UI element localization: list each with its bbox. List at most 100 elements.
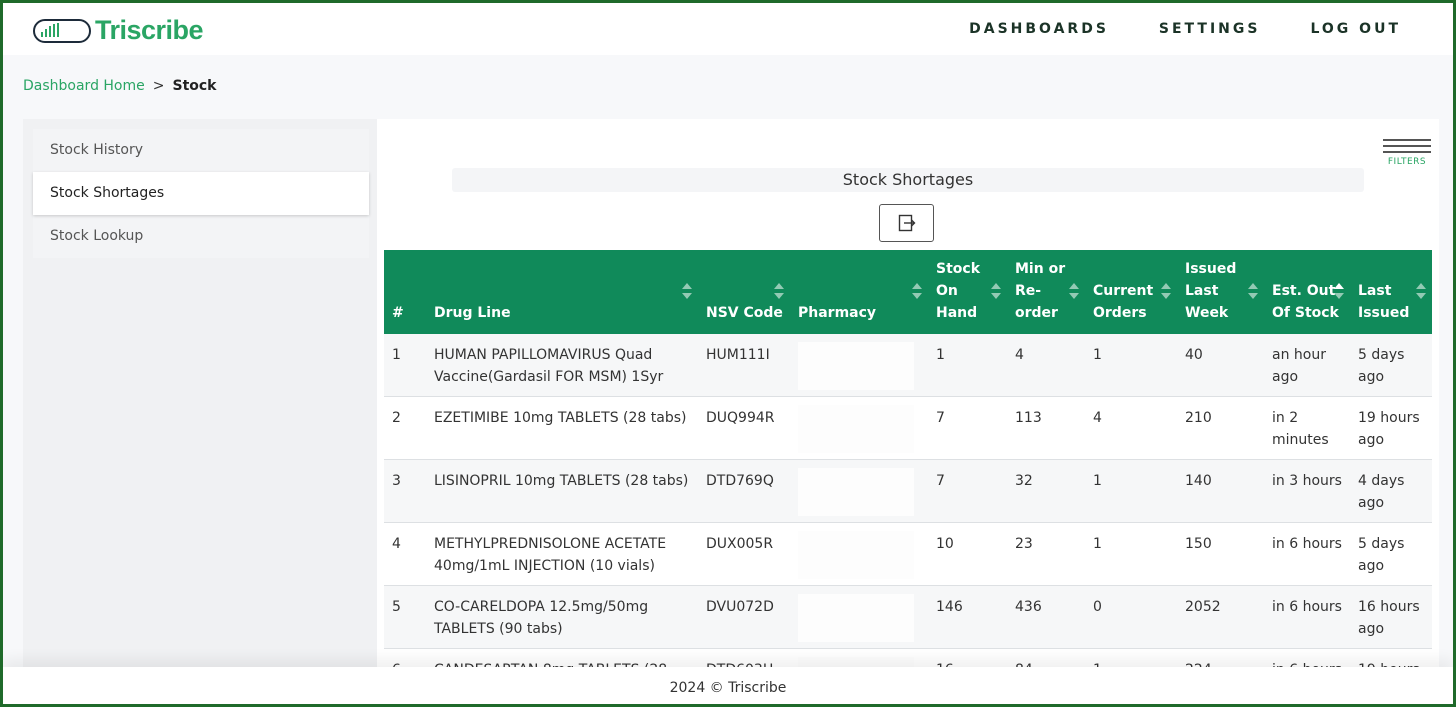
sidebar-item-stock-lookup[interactable]: Stock Lookup xyxy=(33,215,369,258)
sidebar-item-stock-shortages[interactable]: Stock Shortages xyxy=(33,172,369,215)
column-header-last-issued[interactable]: Last Issued xyxy=(1350,250,1432,334)
cell-current-orders: 1 xyxy=(1085,334,1177,397)
cell-stock-on-hand: 7 xyxy=(928,459,1007,523)
sort-icon xyxy=(1416,283,1426,299)
app-frame: Triscribe DASHBOARDS SETTINGS LOG OUT Da… xyxy=(0,0,1456,707)
nav-settings[interactable]: SETTINGS xyxy=(1159,21,1261,37)
sidebar-item-stock-history[interactable]: Stock History xyxy=(33,129,369,172)
footer: 2024 © Triscribe xyxy=(3,667,1453,704)
cell-nsv-code: DUX005R xyxy=(698,522,790,586)
table-header-row: # Drug Line NSV Code Pharmacy Stock On H… xyxy=(384,250,1432,334)
cell-current-orders: 1 xyxy=(1085,522,1177,586)
breadcrumb-current: Stock xyxy=(172,78,217,94)
cell-pharmacy xyxy=(790,522,928,586)
cell-last-issued: 16 hours ago xyxy=(1350,585,1432,649)
cell-drug-line: EZETIMIBE 10mg TABLETS (28 tabs) xyxy=(426,396,698,460)
logo-text: Triscribe xyxy=(95,15,204,45)
filters-button[interactable]: FILTERS xyxy=(1383,139,1431,167)
column-header-nsv-code[interactable]: NSV Code xyxy=(698,250,790,334)
logo-pill-icon xyxy=(33,18,91,43)
cell-est-out-of-stock: in 6 hours xyxy=(1264,522,1350,586)
cell-index: 3 xyxy=(384,459,426,523)
cell-nsv-code: DTD603H xyxy=(698,648,790,669)
table-row[interactable]: 5 CO-CARELDOPA 12.5mg/50mg TABLETS (90 t… xyxy=(384,585,1432,649)
column-header-current-orders[interactable]: Current Orders xyxy=(1085,250,1177,334)
sort-icon xyxy=(774,283,784,299)
cell-min-reorder: 84 xyxy=(1007,648,1085,669)
cell-current-orders: 4 xyxy=(1085,396,1177,460)
cell-last-issued: 19 hours xyxy=(1350,648,1432,669)
stock-shortages-table: # Drug Line NSV Code Pharmacy Stock On H… xyxy=(384,250,1432,669)
column-header-min-reorder[interactable]: Min or Re-order xyxy=(1007,250,1085,334)
pharmacy-redacted xyxy=(798,468,914,516)
cell-min-reorder: 436 xyxy=(1007,585,1085,649)
hamburger-icon xyxy=(1383,139,1431,153)
table-row[interactable]: 6 CANDESARTAN 8mg TABLETS (28 DTD603H 16… xyxy=(384,648,1432,669)
cell-drug-line: LISINOPRIL 10mg TABLETS (28 tabs) xyxy=(426,459,698,523)
cell-drug-line: METHYLPREDNISOLONE ACETATE 40mg/1mL INJE… xyxy=(426,522,698,586)
cell-drug-line: HUMAN PAPILLOMAVIRUS Quad Vaccine(Gardas… xyxy=(426,334,698,397)
top-bar: Triscribe DASHBOARDS SETTINGS LOG OUT xyxy=(3,3,1453,55)
breadcrumb: Dashboard Home > Stock xyxy=(23,78,217,94)
column-header-drug-line[interactable]: Drug Line xyxy=(426,250,698,334)
column-header-est-out-of-stock[interactable]: Est. Out Of Stock xyxy=(1264,250,1350,334)
pharmacy-redacted xyxy=(798,405,914,453)
cell-min-reorder: 113 xyxy=(1007,396,1085,460)
cell-last-issued: 4 days ago xyxy=(1350,459,1432,523)
sort-icon xyxy=(912,283,922,299)
column-header-issued-last-week[interactable]: Issued Last Week xyxy=(1177,250,1264,334)
cell-issued-last-week: 224 xyxy=(1177,648,1264,669)
panel-title: Stock Shortages xyxy=(452,168,1364,192)
cell-pharmacy xyxy=(790,585,928,649)
breadcrumb-separator: > xyxy=(152,78,165,94)
pharmacy-redacted xyxy=(798,531,914,579)
cell-est-out-of-stock: in 6 hours xyxy=(1264,585,1350,649)
table-row[interactable]: 3 LISINOPRIL 10mg TABLETS (28 tabs) DTD7… xyxy=(384,459,1432,523)
export-icon xyxy=(898,214,915,232)
main-nav: DASHBOARDS SETTINGS LOG OUT xyxy=(969,21,1401,37)
cell-stock-on-hand: 16 xyxy=(928,648,1007,669)
column-header-index[interactable]: # xyxy=(384,250,426,334)
cell-pharmacy xyxy=(790,334,928,397)
cell-stock-on-hand: 1 xyxy=(928,334,1007,397)
cell-index: 5 xyxy=(384,585,426,649)
sort-icon xyxy=(682,283,692,299)
cell-nsv-code: DTD769Q xyxy=(698,459,790,523)
export-button[interactable] xyxy=(879,204,934,242)
nav-logout[interactable]: LOG OUT xyxy=(1310,21,1401,37)
logo[interactable]: Triscribe xyxy=(33,15,204,46)
cell-issued-last-week: 150 xyxy=(1177,522,1264,586)
table-row[interactable]: 1 HUMAN PAPILLOMAVIRUS Quad Vaccine(Gard… xyxy=(384,334,1432,397)
column-header-stock-on-hand[interactable]: Stock On Hand xyxy=(928,250,1007,334)
cell-pharmacy xyxy=(790,459,928,523)
cell-index: 2 xyxy=(384,396,426,460)
cell-nsv-code: DUQ994R xyxy=(698,396,790,460)
cell-est-out-of-stock: an hour ago xyxy=(1264,334,1350,397)
pharmacy-redacted xyxy=(798,594,914,642)
sidebar: Stock History Stock Shortages Stock Look… xyxy=(23,119,377,669)
cell-issued-last-week: 40 xyxy=(1177,334,1264,397)
cell-last-issued: 19 hours ago xyxy=(1350,396,1432,460)
breadcrumb-home-link[interactable]: Dashboard Home xyxy=(23,78,145,94)
cell-stock-on-hand: 7 xyxy=(928,396,1007,460)
sort-icon xyxy=(1161,283,1171,299)
cell-min-reorder: 23 xyxy=(1007,522,1085,586)
cell-est-out-of-stock: in 3 hours xyxy=(1264,459,1350,523)
cell-pharmacy xyxy=(790,396,928,460)
nav-dashboards[interactable]: DASHBOARDS xyxy=(969,21,1109,37)
column-header-pharmacy[interactable]: Pharmacy xyxy=(790,250,928,334)
cell-est-out-of-stock: in 6 hours xyxy=(1264,648,1350,669)
cell-min-reorder: 32 xyxy=(1007,459,1085,523)
cell-stock-on-hand: 10 xyxy=(928,522,1007,586)
filters-label: FILTERS xyxy=(1387,157,1427,167)
cell-est-out-of-stock: in 2 minutes xyxy=(1264,396,1350,460)
cell-index: 4 xyxy=(384,522,426,586)
cell-drug-line: CANDESARTAN 8mg TABLETS (28 xyxy=(426,648,698,669)
table-row[interactable]: 4 METHYLPREDNISOLONE ACETATE 40mg/1mL IN… xyxy=(384,522,1432,586)
sort-icon xyxy=(1248,283,1258,299)
pharmacy-redacted xyxy=(798,342,914,390)
table-row[interactable]: 2 EZETIMIBE 10mg TABLETS (28 tabs) DUQ99… xyxy=(384,396,1432,460)
main-panel: FILTERS Stock Shortages # Drug Line NSV … xyxy=(377,119,1439,669)
cell-index: 6 xyxy=(384,648,426,669)
cell-last-issued: 5 days ago xyxy=(1350,334,1432,397)
